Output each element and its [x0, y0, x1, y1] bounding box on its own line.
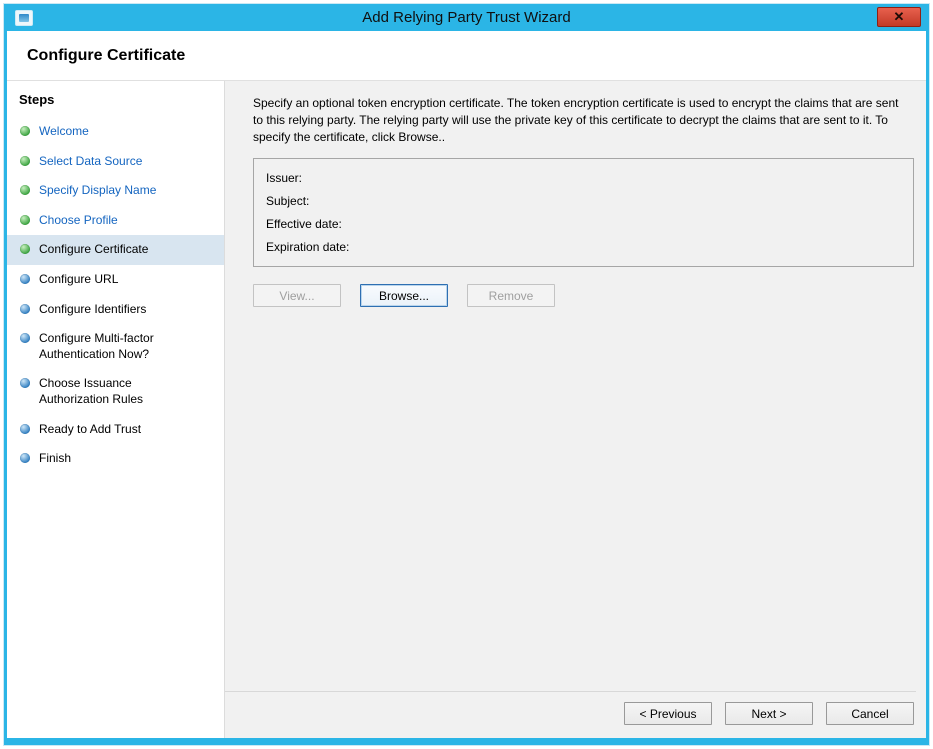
certificate-details-panel: Issuer: Subject: Effective date: Expirat…: [253, 158, 914, 267]
cert-field-issuer: Issuer:: [266, 167, 901, 190]
remove-button: Remove: [467, 284, 555, 307]
cancel-button[interactable]: Cancel: [826, 702, 914, 725]
previous-button[interactable]: < Previous: [624, 702, 712, 725]
step-status-icon: [20, 304, 30, 314]
content-pane: Specify an optional token encryption cer…: [225, 81, 926, 738]
step-status-icon: [20, 244, 30, 254]
step-status-icon: [20, 274, 30, 284]
window-title: Add Relying Party Trust Wizard: [7, 9, 926, 26]
step-item[interactable]: Select Data Source: [7, 147, 224, 177]
step-status-icon: [20, 126, 30, 136]
steps-list: Welcome Select Data Source Specify Displ…: [7, 117, 224, 474]
page-header: Configure Certificate: [7, 31, 926, 81]
step-status-icon: [20, 333, 30, 343]
step-label: Configure URL: [39, 272, 118, 288]
step-item: Ready to Add Trust: [7, 415, 224, 445]
step-item: Choose Issuance Authorization Rules: [7, 369, 224, 414]
step-status-icon: [20, 156, 30, 166]
step-label: Select Data Source: [39, 154, 142, 170]
step-label: Ready to Add Trust: [39, 422, 141, 438]
browse-button[interactable]: Browse...: [360, 284, 448, 307]
step-item: Configure Certificate: [7, 235, 224, 265]
step-item[interactable]: Specify Display Name: [7, 176, 224, 206]
step-label: Choose Profile: [39, 213, 118, 229]
step-label: Choose Issuance Authorization Rules: [39, 376, 189, 407]
view-button: View...: [253, 284, 341, 307]
step-item: Configure URL: [7, 265, 224, 295]
step-label: Specify Display Name: [39, 183, 156, 199]
step-status-icon: [20, 185, 30, 195]
step-item: Finish: [7, 444, 224, 474]
main-area: Steps Welcome Select Data Source Specify…: [7, 81, 926, 738]
step-label: Configure Certificate: [39, 242, 148, 258]
step-item: Configure Multi-factor Authentication No…: [7, 324, 224, 369]
wizard-window: Add Relying Party Trust Wizard ✕ Configu…: [4, 4, 929, 745]
step-label: Configure Multi-factor Authentication No…: [39, 331, 189, 362]
step-item: Configure Identifiers: [7, 295, 224, 325]
cert-field-subject: Subject:: [266, 190, 901, 213]
wizard-footer: < Previous Next > Cancel: [225, 691, 916, 728]
content-spacer: [253, 307, 916, 691]
wizard-icon: [15, 10, 33, 26]
steps-sidebar: Steps Welcome Select Data Source Specify…: [7, 81, 225, 738]
step-status-icon: [20, 453, 30, 463]
step-status-icon: [20, 215, 30, 225]
certificate-actions: View... Browse... Remove: [253, 284, 916, 307]
next-button[interactable]: Next >: [725, 702, 813, 725]
step-label: Welcome: [39, 124, 89, 140]
window-body: Configure Certificate Steps Welcome Sele…: [7, 31, 926, 738]
step-label: Configure Identifiers: [39, 302, 146, 318]
titlebar: Add Relying Party Trust Wizard ✕: [7, 4, 926, 31]
step-status-icon: [20, 378, 30, 388]
cert-field-expiration-date: Expiration date:: [266, 236, 901, 259]
page-title: Configure Certificate: [27, 47, 906, 65]
step-status-icon: [20, 424, 30, 434]
steps-heading: Steps: [7, 81, 224, 115]
step-item[interactable]: Welcome: [7, 117, 224, 147]
step-item[interactable]: Choose Profile: [7, 206, 224, 236]
step-label: Finish: [39, 451, 71, 467]
page-description: Specify an optional token encryption cer…: [253, 95, 916, 145]
cert-field-effective-date: Effective date:: [266, 213, 901, 236]
close-icon[interactable]: ✕: [877, 7, 921, 27]
